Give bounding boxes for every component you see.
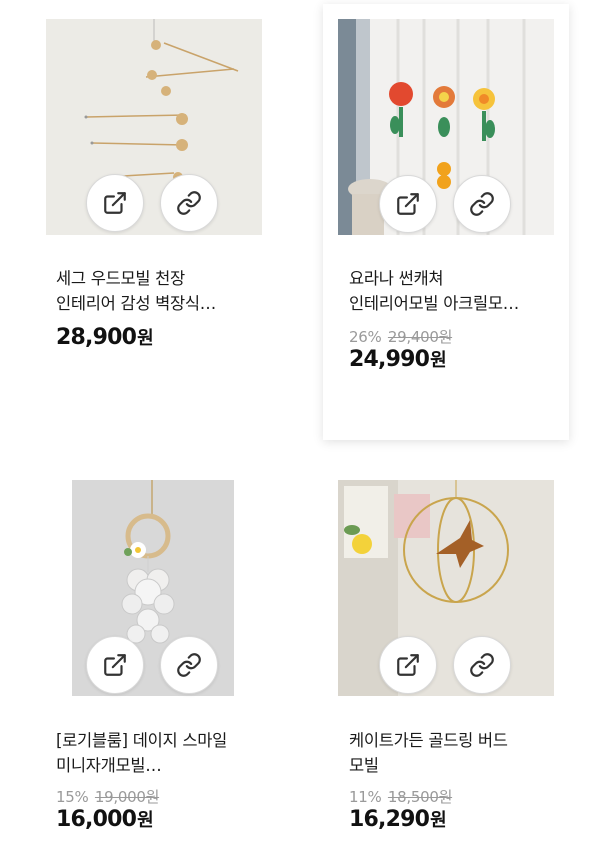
product-image[interactable]	[338, 19, 554, 235]
share-button[interactable]	[379, 636, 437, 694]
product-title-line2: 인테리어모빌 아크릴모…	[349, 294, 519, 313]
price-currency: 원	[430, 810, 447, 831]
product-title[interactable]: 요라나 썬캐쳐 인테리어모빌 아크릴모…	[349, 266, 549, 316]
product-card[interactable]: 요라나 썬캐쳐 인테리어모빌 아크릴모… 26% 29,400원 24,990원	[323, 4, 569, 440]
discount-rate: 15%	[56, 788, 89, 806]
product-card[interactable]: 케이트가든 골드링 버드 모빌 11% 18,500원 16,290원	[323, 466, 569, 846]
product-price: 16,000원	[56, 806, 154, 832]
product-title[interactable]: 케이트가든 골드링 버드 모빌	[349, 728, 549, 778]
product-price: 28,900원	[56, 324, 154, 350]
product-title-line1: 세그 우드모빌 천장	[56, 269, 185, 288]
price-currency: 원	[430, 350, 447, 371]
copy-link-button[interactable]	[453, 636, 511, 694]
link-icon	[470, 653, 494, 677]
copy-link-button[interactable]	[160, 174, 218, 232]
copy-link-button[interactable]	[453, 175, 511, 233]
product-title[interactable]: 세그 우드모빌 천장 인테리어 감성 벽장식…	[56, 266, 256, 316]
product-price: 24,990원	[349, 346, 447, 372]
discount-rate: 26%	[349, 328, 382, 346]
product-title-line2: 미니자개모빌…	[56, 756, 162, 775]
price-currency: 원	[137, 810, 154, 831]
share-button[interactable]	[86, 636, 144, 694]
external-link-icon	[397, 654, 419, 676]
product-title-line2: 모빌	[349, 756, 379, 775]
share-button[interactable]	[379, 175, 437, 233]
link-icon	[177, 191, 201, 215]
wood-mobile-image	[46, 19, 262, 235]
price-meta: 26% 29,400원	[349, 326, 452, 347]
copy-link-button[interactable]	[160, 636, 218, 694]
share-button[interactable]	[86, 174, 144, 232]
suncatcher-image	[338, 19, 554, 235]
price-value: 28,900	[56, 325, 137, 350]
external-link-icon	[104, 654, 126, 676]
product-image[interactable]	[46, 19, 262, 235]
gold-bird-mobile-image	[338, 480, 554, 696]
external-link-icon	[397, 193, 419, 215]
product-card[interactable]: [로기블룸] 데이지 스마일 미니자개모빌… 15% 19,000원 16,00…	[32, 466, 278, 846]
product-title-line1: 요라나 썬캐쳐	[349, 269, 444, 288]
price-value: 24,990	[349, 347, 430, 372]
original-price: 19,000원	[94, 788, 160, 806]
price-value: 16,000	[56, 807, 137, 832]
product-image[interactable]	[338, 480, 554, 696]
product-title-line1: 케이트가든 골드링 버드	[349, 731, 508, 750]
product-title-line1: [로기블룸] 데이지 스마일	[56, 731, 227, 750]
original-price: 18,500원	[387, 788, 453, 806]
price-meta: 11% 18,500원	[349, 786, 452, 807]
discount-rate: 11%	[349, 788, 382, 806]
price-value: 16,290	[349, 807, 430, 832]
original-price: 29,400원	[387, 328, 453, 346]
link-icon	[470, 192, 494, 216]
price-meta: 15% 19,000원	[56, 786, 159, 807]
product-title[interactable]: [로기블룸] 데이지 스마일 미니자개모빌…	[56, 728, 256, 778]
link-icon	[177, 653, 201, 677]
external-link-icon	[104, 192, 126, 214]
price-currency: 원	[137, 328, 154, 349]
product-title-line2: 인테리어 감성 벽장식…	[56, 294, 217, 313]
product-price: 16,290원	[349, 806, 447, 832]
product-card[interactable]: 세그 우드모빌 천장 인테리어 감성 벽장식… 28,900원	[32, 4, 278, 434]
